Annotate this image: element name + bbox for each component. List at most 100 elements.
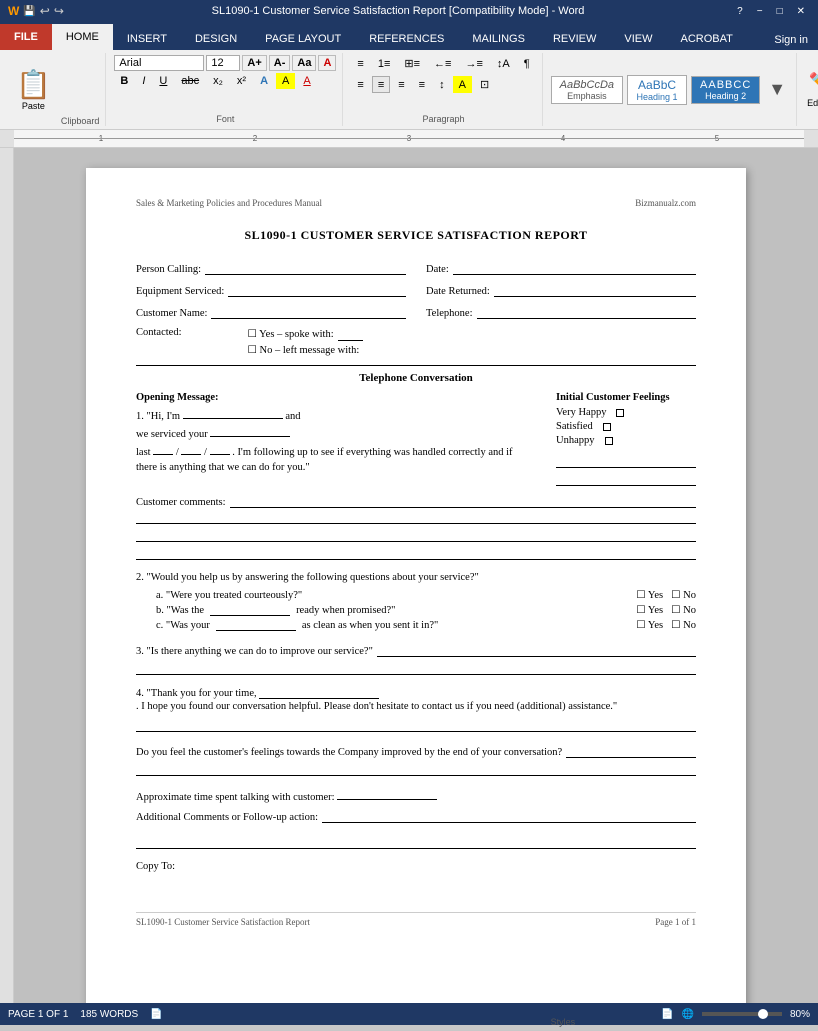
approx-time-input[interactable] — [337, 788, 437, 800]
main-area: Sales & Marketing Policies and Procedure… — [0, 148, 818, 1003]
subscript-button[interactable]: x₂ — [207, 73, 229, 89]
redo-icon[interactable]: ↪ — [54, 4, 64, 18]
equipment-label: Equipment Serviced: — [136, 286, 224, 297]
underline-button[interactable]: U — [153, 73, 173, 89]
strikethrough-button[interactable]: abc — [175, 73, 205, 89]
tab-page-layout[interactable]: PAGE LAYOUT — [251, 28, 355, 50]
signin-link[interactable]: Sign in — [764, 30, 818, 50]
restore-button[interactable]: □ — [772, 5, 788, 18]
shading-button[interactable]: A — [453, 76, 472, 93]
show-marks-button[interactable]: ¶ — [518, 55, 536, 72]
tab-review[interactable]: REVIEW — [539, 28, 610, 50]
change-case-button[interactable]: Aa — [292, 55, 316, 71]
person-calling-input[interactable] — [205, 261, 406, 275]
tab-insert[interactable]: INSERT — [113, 28, 181, 50]
undo-icon[interactable]: ↩ — [40, 4, 50, 18]
tab-file[interactable]: FILE — [0, 24, 52, 50]
align-left-button[interactable]: ≡ — [351, 76, 369, 93]
date1-blank[interactable] — [153, 443, 173, 455]
additional-comments-label: Additional Comments or Follow-up action: — [136, 812, 318, 823]
very-happy-checkbox[interactable] — [616, 409, 624, 417]
document-scroll-area[interactable]: Sales & Marketing Policies and Procedure… — [14, 148, 818, 1003]
q4-blank[interactable] — [259, 687, 379, 699]
align-right-button[interactable]: ≡ — [392, 76, 410, 93]
line-spacing-button[interactable]: ↕ — [433, 76, 451, 93]
q2c-row: c. "Was your as clean as when you sent i… — [156, 619, 696, 631]
style-heading2[interactable]: AABBCC Heading 2 — [691, 76, 760, 104]
approx-time-label: Approximate time spent talking with cust… — [136, 792, 335, 803]
font-row1: Arial 12 A+ A- Aa A — [114, 55, 336, 71]
date3-blank[interactable] — [210, 443, 230, 455]
shrink-font-button[interactable]: A- — [269, 55, 291, 71]
zoom-slider[interactable] — [702, 1012, 782, 1016]
tab-home[interactable]: HOME — [52, 24, 113, 50]
unhappy-checkbox[interactable] — [605, 437, 613, 445]
ruler: 1 2 3 4 5 — [0, 130, 818, 148]
increase-indent-button[interactable]: →≡ — [459, 55, 488, 72]
customer-name-input[interactable] — [211, 305, 406, 319]
q2b-no: ☐ No — [671, 604, 696, 616]
tab-mailings[interactable]: MAILINGS — [458, 28, 539, 50]
telephone-input[interactable] — [477, 305, 697, 319]
feelings-question: Do you feel the customer's feelings towa… — [136, 747, 562, 758]
feelings-question-block: Do you feel the customer's feelings towa… — [136, 744, 696, 776]
person-calling-label: Person Calling: — [136, 264, 201, 275]
q2c-yes: ☐ Yes — [636, 619, 663, 631]
window-controls: ? − □ ✕ — [732, 5, 810, 18]
bullets-button[interactable]: ≡ — [351, 55, 369, 72]
footer-left: SL1090-1 Customer Service Satisfaction R… — [136, 917, 310, 927]
italic-button[interactable]: I — [136, 73, 151, 89]
style-heading1[interactable]: AaBbC Heading 1 — [627, 75, 687, 105]
justify-button[interactable]: ≡ — [413, 76, 431, 93]
save-icon[interactable]: 💾 — [23, 6, 35, 17]
font-name-select[interactable]: Arial — [114, 55, 204, 71]
opening-section: Opening Message: 1. "Hi, I'm and we serv… — [136, 392, 696, 486]
numbering-button[interactable]: 1≡ — [372, 55, 397, 72]
borders-button[interactable]: ⊡ — [474, 76, 495, 93]
clear-format-button[interactable]: A — [318, 55, 336, 71]
q4-suffix: . I hope you found our conversation help… — [136, 701, 617, 712]
style-emphasis[interactable]: AaBbCcDa Emphasis — [551, 76, 623, 104]
layout-print-icon[interactable]: 📄 — [661, 1009, 673, 1020]
telephone-field: Telephone: — [426, 305, 696, 319]
text-effects-button[interactable]: A — [254, 73, 274, 89]
close-button[interactable]: ✕ — [792, 5, 810, 18]
font-color-button[interactable]: A — [297, 73, 316, 89]
contacted-row: Contacted: ☐ Yes – spoke with: ☐ No – le… — [136, 327, 696, 359]
editing-button[interactable]: ✏️ Editing — [807, 71, 818, 108]
layout-web-icon[interactable]: 🌐 — [682, 1009, 694, 1020]
paste-button[interactable]: 📋 Paste — [10, 53, 57, 126]
help-button[interactable]: ? — [732, 5, 748, 18]
decrease-indent-button[interactable]: ←≡ — [428, 55, 457, 72]
date2-blank[interactable] — [181, 443, 201, 455]
tab-design[interactable]: DESIGN — [181, 28, 251, 50]
document-page: Sales & Marketing Policies and Procedure… — [86, 168, 746, 1003]
superscript-button[interactable]: x² — [231, 73, 252, 89]
bold-button[interactable]: B — [114, 73, 134, 89]
customer-name-field: Customer Name: — [136, 305, 406, 319]
sort-button[interactable]: ↕A — [491, 55, 516, 72]
font-size-select[interactable]: 12 — [206, 55, 240, 71]
feeling-unhappy: Unhappy — [556, 435, 696, 446]
date-input[interactable] — [453, 261, 696, 275]
align-center-button[interactable]: ≡ — [372, 76, 390, 93]
service-blank[interactable] — [210, 425, 290, 437]
highlight-button[interactable]: A — [276, 73, 295, 89]
name-blank[interactable] — [183, 407, 283, 419]
tab-acrobat[interactable]: ACROBAT — [666, 28, 746, 50]
ruler-left-margin — [0, 130, 14, 147]
multilevel-list-button[interactable]: ⊞≡ — [398, 55, 426, 72]
satisfied-checkbox[interactable] — [603, 423, 611, 431]
date-returned-input[interactable] — [494, 283, 696, 297]
q2b-blank[interactable] — [210, 604, 290, 616]
tab-view[interactable]: VIEW — [610, 28, 666, 50]
tab-references[interactable]: REFERENCES — [355, 28, 458, 50]
document-info-icon[interactable]: 📄 — [150, 1009, 162, 1020]
grow-font-button[interactable]: A+ — [242, 55, 266, 71]
q2c-blank[interactable] — [216, 619, 296, 631]
script-1c: we serviced your — [136, 429, 208, 440]
customer-name-label: Customer Name: — [136, 308, 207, 319]
equipment-input[interactable] — [228, 283, 406, 297]
q2b-text: b. "Was the — [156, 605, 204, 616]
minimize-button[interactable]: − — [752, 5, 768, 18]
